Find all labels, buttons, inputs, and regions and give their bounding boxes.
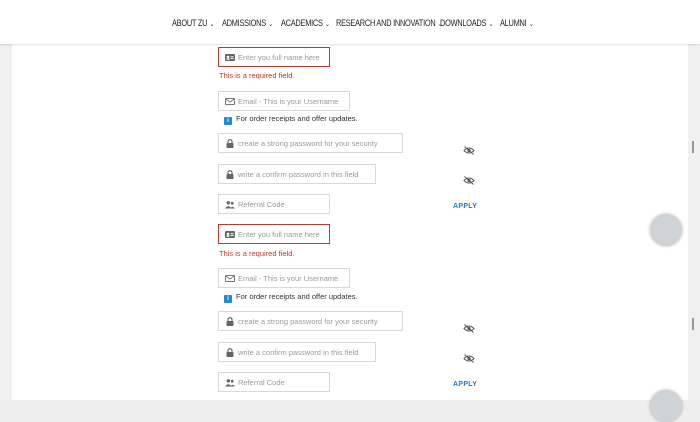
email-field[interactable] bbox=[218, 91, 350, 111]
lock-icon bbox=[225, 170, 235, 179]
email-note: i For order receipts and offer updates. bbox=[224, 292, 358, 303]
email-note-text: For order receipts and offer updates. bbox=[236, 114, 358, 123]
nav-item-alumni[interactable]: ALUMNI ⌄ bbox=[500, 18, 534, 28]
envelope-icon bbox=[225, 97, 235, 106]
chevron-down-icon: ⌄ bbox=[209, 21, 215, 28]
chevron-down-icon: ⌄ bbox=[325, 21, 330, 28]
fullname-field[interactable] bbox=[218, 224, 330, 244]
lock-icon bbox=[225, 317, 235, 326]
email-note: i For order receipts and offer updates. bbox=[224, 114, 358, 125]
confirm-password-input[interactable] bbox=[238, 167, 370, 181]
nav-item-label: ABOUT ZU bbox=[172, 18, 208, 28]
chevron-down-icon: ⌄ bbox=[488, 21, 494, 28]
email-note-text: For order receipts and offer updates. bbox=[236, 292, 358, 301]
lock-icon bbox=[225, 348, 235, 357]
confirm-password-field[interactable] bbox=[218, 164, 376, 184]
users-icon bbox=[225, 200, 235, 209]
floating-chat-button[interactable] bbox=[650, 390, 682, 422]
chevron-down-icon: ⌄ bbox=[268, 21, 273, 28]
referral-input[interactable] bbox=[238, 375, 324, 389]
nav-item-about-zu[interactable]: ABOUT ZU ⌄ bbox=[172, 18, 214, 28]
nav-item-label: ADMISSIONS bbox=[222, 18, 266, 28]
lock-icon bbox=[225, 139, 235, 148]
nav-item-label: ACADEMICS bbox=[281, 18, 323, 28]
email-input[interactable] bbox=[238, 271, 344, 285]
floating-chat-button[interactable] bbox=[650, 214, 682, 246]
referral-field[interactable] bbox=[218, 372, 330, 392]
fullname-error: This is a required field. bbox=[219, 71, 295, 80]
nav-item-label: RESEARCH AND INNOVATION bbox=[336, 18, 436, 28]
confirm-password-input[interactable] bbox=[238, 345, 370, 359]
eye-slash-icon[interactable] bbox=[463, 142, 475, 155]
apply-button[interactable]: APPLY bbox=[453, 381, 477, 388]
nav-item-academics[interactable]: ACADEMICS ⌄ bbox=[281, 18, 330, 28]
id-card-icon bbox=[225, 230, 235, 239]
nav-item-admissions[interactable]: ADMISSIONS ⌄ bbox=[222, 18, 273, 28]
apply-button[interactable]: APPLY bbox=[453, 203, 477, 210]
scrollbar-thumb[interactable] bbox=[692, 318, 694, 330]
top-navigation: ABOUT ZU ⌄ ADMISSIONS ⌄ ACADEMICS ⌄ RESEARC… bbox=[0, 0, 700, 44]
info-icon: i bbox=[224, 295, 232, 303]
page: ABOUT ZU ⌄ ADMISSIONS ⌄ ACADEMICS ⌄ RESEARC… bbox=[0, 0, 700, 422]
chevron-down-icon: ⌄ bbox=[528, 21, 534, 28]
fullname-error: This is a required field. bbox=[219, 249, 295, 258]
nav-item-research-and-innovation[interactable]: RESEARCH AND INNOVATION ⌄ bbox=[336, 18, 443, 28]
confirm-password-field[interactable] bbox=[218, 342, 376, 362]
scrollbar-thumb[interactable] bbox=[692, 141, 694, 153]
users-icon bbox=[225, 378, 235, 387]
eye-slash-icon[interactable] bbox=[463, 350, 475, 363]
nav-item-downloads[interactable]: DOWNLOADS ⌄ bbox=[440, 18, 493, 28]
fullname-input[interactable] bbox=[238, 227, 324, 241]
referral-field[interactable] bbox=[218, 194, 330, 214]
fullname-field[interactable] bbox=[218, 47, 330, 67]
nav-item-label: DOWNLOADS bbox=[440, 18, 487, 28]
eye-slash-icon[interactable] bbox=[463, 172, 475, 185]
eye-slash-icon[interactable] bbox=[463, 320, 475, 333]
id-card-icon bbox=[225, 53, 235, 62]
info-icon: i bbox=[224, 117, 232, 125]
password-input[interactable] bbox=[238, 314, 397, 328]
email-field[interactable] bbox=[218, 268, 350, 288]
envelope-icon bbox=[225, 274, 235, 283]
password-field[interactable] bbox=[218, 311, 403, 331]
email-input[interactable] bbox=[238, 94, 344, 108]
password-field[interactable] bbox=[218, 133, 403, 153]
password-input[interactable] bbox=[238, 136, 397, 150]
fullname-input[interactable] bbox=[238, 50, 324, 64]
referral-input[interactable] bbox=[238, 197, 324, 211]
nav-item-label: ALUMNI bbox=[500, 18, 527, 28]
